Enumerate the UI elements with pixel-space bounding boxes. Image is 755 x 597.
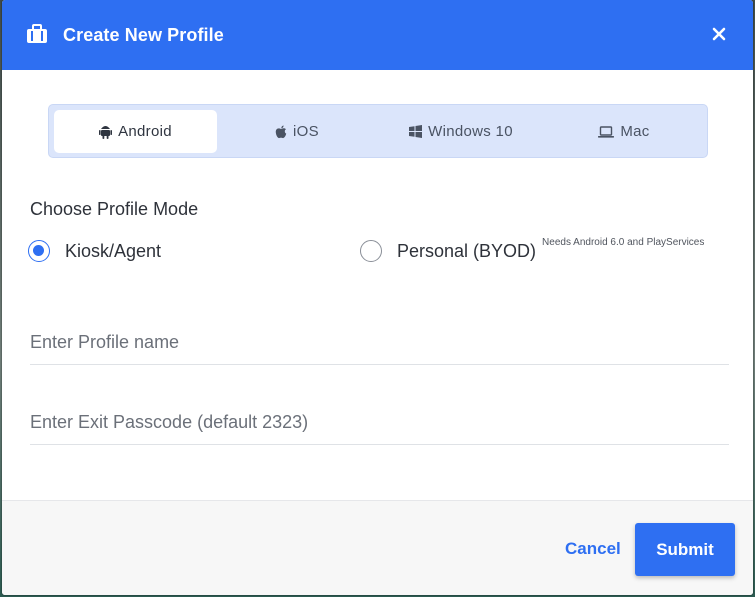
close-icon[interactable] xyxy=(712,27,726,41)
laptop-icon xyxy=(598,125,615,138)
tab-label: Windows 10 xyxy=(428,123,513,140)
tab-android[interactable]: Android xyxy=(54,110,217,153)
radio-note: Needs Android 6.0 and PlayServices xyxy=(542,236,705,248)
briefcase-icon xyxy=(26,24,48,44)
radio-kiosk-agent[interactable]: Kiosk/Agent xyxy=(28,240,161,262)
submit-button[interactable]: Submit xyxy=(635,523,735,576)
platform-tabs: Android iOS Windows 10 Mac xyxy=(48,104,708,158)
radio-button[interactable] xyxy=(360,240,382,262)
tab-label: Android xyxy=(118,123,172,140)
android-icon xyxy=(99,126,113,139)
profile-name-input[interactable] xyxy=(30,321,729,365)
dialog-header: Create New Profile xyxy=(2,0,753,70)
exit-passcode-input[interactable] xyxy=(30,401,729,445)
windows-icon xyxy=(409,125,423,138)
dialog-title: Create New Profile xyxy=(63,25,224,45)
close-button[interactable] xyxy=(706,21,732,47)
tab-label: iOS xyxy=(293,123,319,140)
radio-personal-byod[interactable]: Personal (BYOD) Needs Android 6.0 and Pl… xyxy=(360,236,705,262)
radio-button[interactable] xyxy=(28,240,50,262)
tab-windows[interactable]: Windows 10 xyxy=(379,110,543,153)
tab-ios[interactable]: iOS xyxy=(221,110,373,153)
dialog-footer: Cancel Submit xyxy=(2,500,753,595)
tab-label: Mac xyxy=(620,123,650,140)
profile-mode-heading: Choose Profile Mode xyxy=(30,199,199,219)
apple-icon xyxy=(275,125,287,138)
radio-label: Personal (BYOD) xyxy=(397,241,537,261)
create-profile-dialog: Create New Profile Android iOS Windows 1… xyxy=(2,0,753,595)
cancel-button[interactable]: Cancel xyxy=(565,539,621,559)
radio-label: Kiosk/Agent xyxy=(65,241,162,261)
tab-mac[interactable]: Mac xyxy=(549,110,699,153)
